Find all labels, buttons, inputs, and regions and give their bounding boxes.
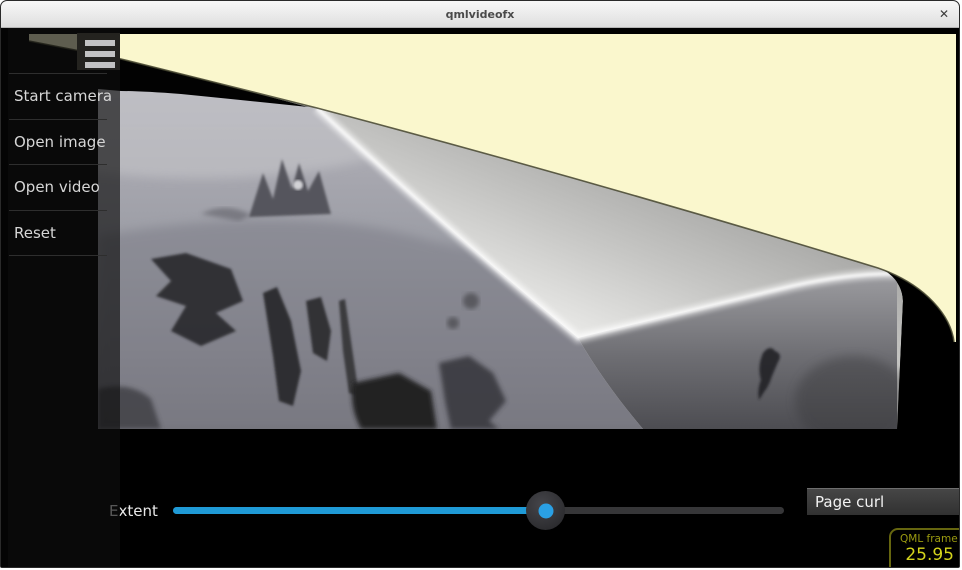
slider-handle-dot xyxy=(538,503,553,518)
extent-slider-track[interactable] xyxy=(173,507,784,514)
menu-toggle-button[interactable] xyxy=(77,33,120,70)
sidebar-item-reset[interactable]: Reset xyxy=(9,210,107,256)
sidebar-left-edge xyxy=(1,28,8,567)
right-black-strip xyxy=(956,28,960,568)
sidebar-item-open-video[interactable]: Open video xyxy=(9,164,107,210)
fps-value: 25.95 xyxy=(900,545,960,565)
close-icon[interactable]: ✕ xyxy=(939,8,949,20)
rock-shape xyxy=(447,317,459,329)
slider-handle[interactable] xyxy=(526,491,565,530)
hamburger-icon xyxy=(85,40,120,68)
rock-shape xyxy=(463,293,479,309)
slider-fill[interactable] xyxy=(173,507,546,514)
crag-hole-shape xyxy=(293,180,303,190)
fps-label: QML frame r... xyxy=(900,533,960,545)
sidebar-menu: Start camera Open image Open video Reset xyxy=(9,73,107,256)
titlebar: qmlvideofx ✕ xyxy=(1,1,959,28)
sidebar-item-open-image[interactable]: Open image xyxy=(9,119,107,165)
window-title: qmlvideofx xyxy=(446,8,515,21)
sidebar-item-start-camera[interactable]: Start camera xyxy=(9,73,107,119)
fps-indicator: QML frame r... 25.95 xyxy=(889,528,960,568)
app-window: Start camera Open image Open video Reset… xyxy=(0,0,960,568)
effect-select-button[interactable]: Page curl xyxy=(807,488,959,515)
effect-viewport xyxy=(1,1,960,568)
